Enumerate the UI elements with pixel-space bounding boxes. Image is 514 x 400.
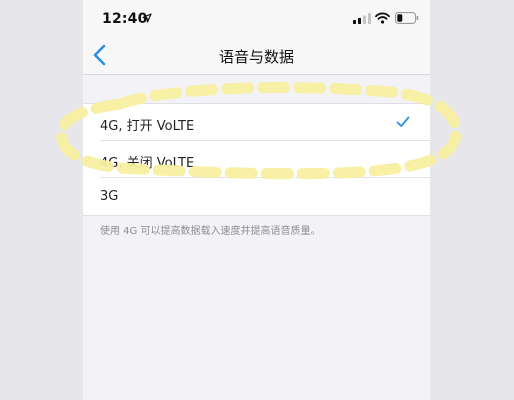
page-title: 语音与数据 <box>218 48 294 66</box>
phone-screen: 12:40 语音与数据 4G, 打开 VoLTE 4G, 关闭 VoLTE 3G… <box>83 0 430 400</box>
option-label: 4G, 打开 VoLTE <box>100 119 195 134</box>
checkmark-icon <box>396 116 410 127</box>
battery-icon <box>395 12 419 24</box>
section-footnote: 使用 4G 可以提高数据载入速度并提高语音质量。 <box>100 226 321 237</box>
voice-data-options-list: 4G, 打开 VoLTE 4G, 关闭 VoLTE 3G <box>83 103 430 216</box>
option-label: 3G <box>100 189 119 204</box>
cellular-signal-icon <box>353 13 371 24</box>
wifi-icon <box>375 12 390 24</box>
option-4g-volte-off[interactable]: 4G, 关闭 VoLTE <box>83 141 430 178</box>
status-time: 12:40 <box>102 11 148 27</box>
navigation-bar: 语音与数据 <box>83 36 430 75</box>
location-arrow-icon <box>142 13 152 23</box>
screenshot-stage: 12:40 语音与数据 4G, 打开 VoLTE 4G, 关闭 VoLTE 3G… <box>0 0 514 400</box>
option-label: 4G, 关闭 VoLTE <box>100 156 195 171</box>
option-4g-volte-on[interactable]: 4G, 打开 VoLTE <box>83 104 430 141</box>
status-bar: 12:40 <box>83 0 430 36</box>
option-3g[interactable]: 3G <box>83 178 430 215</box>
